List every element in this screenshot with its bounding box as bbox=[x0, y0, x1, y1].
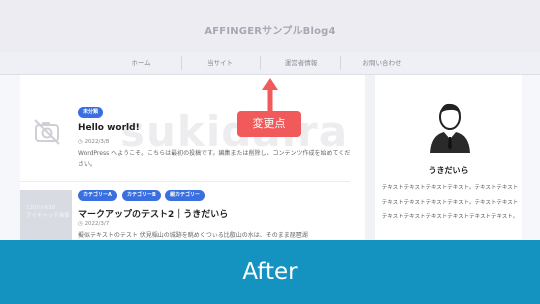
nav-item-operator-info[interactable]: 運営者情報 bbox=[262, 52, 340, 74]
page-gutter-left bbox=[0, 75, 20, 240]
post-date: ◷ 2022/3/8 bbox=[78, 139, 110, 145]
page-gutter-right bbox=[522, 75, 540, 240]
post-excerpt: WordPress へようこそ。こちらは最初の投稿です。編集または削除し、コンテ… bbox=[78, 150, 351, 168]
category-badge[interactable]: 親カテゴリー bbox=[165, 190, 206, 201]
category-badge[interactable]: カテゴリーB bbox=[122, 190, 161, 201]
after-banner: After bbox=[0, 240, 540, 304]
nav-item-about-site[interactable]: 当サイト bbox=[181, 52, 259, 74]
nav-separator bbox=[340, 56, 341, 70]
arrow-up-icon bbox=[262, 78, 278, 112]
nav-item-home[interactable]: ホーム bbox=[102, 52, 180, 74]
thumbnail-placeholder-text: 1200×630 アイキャッチ画像 bbox=[26, 205, 70, 219]
nav-separator bbox=[260, 56, 261, 70]
author-name: うきだいら bbox=[428, 166, 469, 175]
post-divider bbox=[20, 181, 350, 182]
author-bio: テキストテキストテキストテキスト。テキストテキストテキストテキストテキストテキス… bbox=[381, 185, 519, 220]
post-title[interactable]: Hello world! bbox=[78, 123, 140, 133]
nav-item-contact[interactable]: お問い合わせ bbox=[343, 52, 421, 74]
change-point-label: 変更点 bbox=[237, 111, 301, 137]
post-thumbnail[interactable]: 1200×630 アイキャッチ画像 bbox=[20, 190, 72, 240]
category-badge[interactable]: カテゴリーA bbox=[78, 190, 117, 201]
site-title[interactable]: AFFINGERサンプルBlog4 bbox=[0, 22, 540, 37]
category-badge[interactable]: 未分類 bbox=[78, 107, 104, 118]
post-date: ◷ 2022/3/7 bbox=[78, 221, 110, 227]
post-title[interactable]: マークアップのテスト2｜うきだいら bbox=[78, 207, 228, 220]
avatar-icon bbox=[430, 103, 470, 153]
global-nav: ホーム 当サイト 運営者情報 お問い合わせ bbox=[0, 52, 540, 75]
no-image-icon bbox=[34, 119, 60, 145]
column-gutter bbox=[365, 75, 375, 240]
site-header: AFFINGERサンプルBlog4 bbox=[0, 0, 540, 53]
